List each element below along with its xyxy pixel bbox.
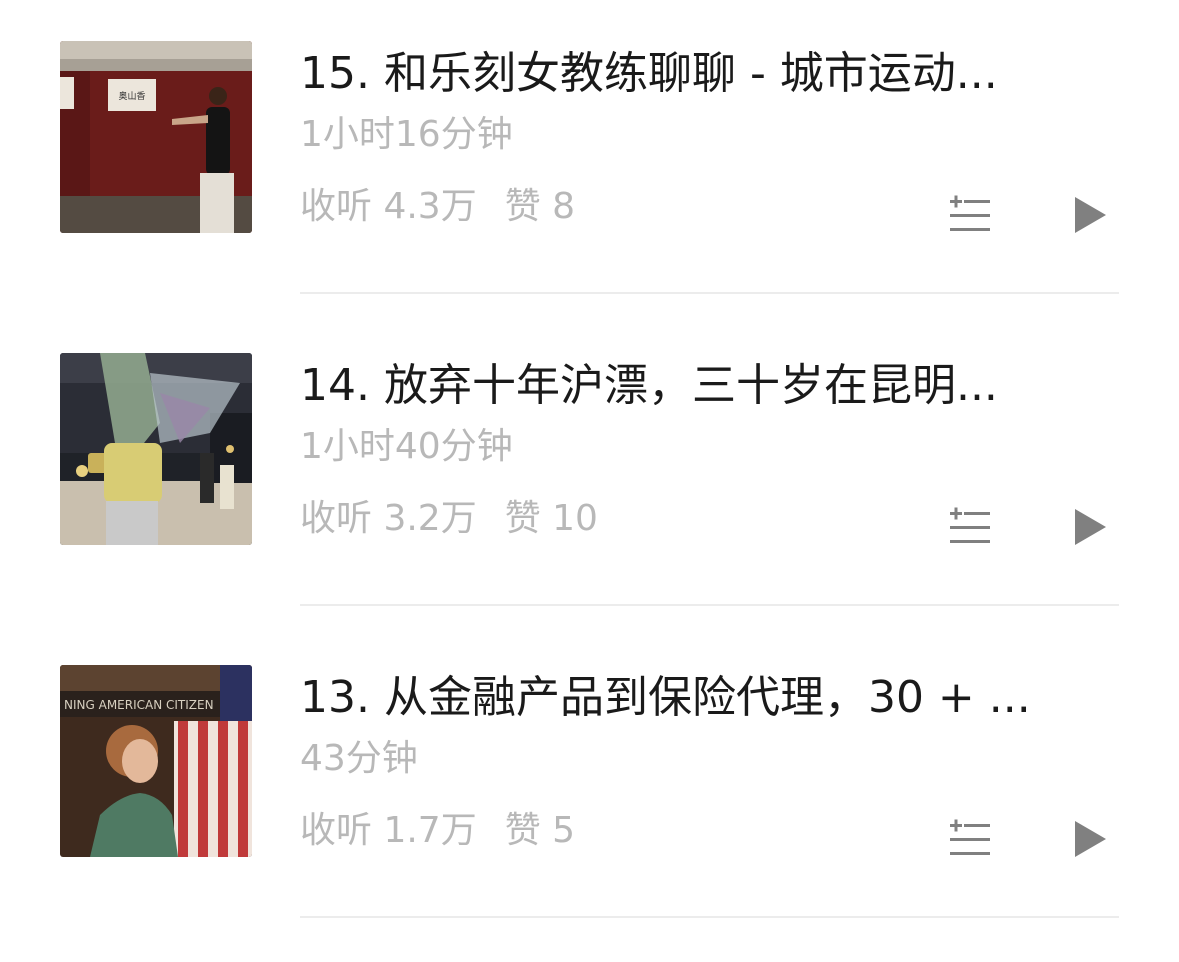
episode-stats: 收听 3.2万赞 10 xyxy=(300,496,598,542)
divider xyxy=(300,292,1119,294)
play-icon xyxy=(1075,509,1106,545)
episode-thumbnail[interactable]: NING AMERICAN CITIZEN xyxy=(60,665,252,857)
add-to-playlist-button[interactable] xyxy=(944,192,996,238)
play-button[interactable] xyxy=(1066,816,1112,862)
play-icon xyxy=(1075,197,1106,233)
add-to-playlist-button[interactable] xyxy=(944,504,996,550)
episode-item[interactable]: 奥山香 15. 和乐刻女教练聊聊 - 城市运动... 1小时16分钟 收听 4.… xyxy=(0,0,1179,312)
episode-thumbnail[interactable] xyxy=(60,353,252,545)
divider xyxy=(300,604,1119,606)
add-to-playlist-icon xyxy=(950,819,990,855)
play-count: 收听 4.3万 xyxy=(300,186,477,227)
add-to-playlist-button[interactable] xyxy=(944,816,996,862)
add-to-playlist-icon xyxy=(950,507,990,543)
episode-title[interactable]: 14. 放弃十年沪漂，三十岁在昆明... xyxy=(300,358,1100,414)
episode-title[interactable]: 13. 从金融产品到保险代理，30 + ... xyxy=(300,670,1100,726)
play-count: 收听 3.2万 xyxy=(300,498,477,539)
episode-item[interactable]: 14. 放弃十年沪漂，三十岁在昆明... 1小时40分钟 收听 3.2万赞 10 xyxy=(0,312,1179,624)
episode-item[interactable]: NING AMERICAN CITIZEN 13. 从金融产品到保险代理，30 … xyxy=(0,624,1179,936)
woman-with-flag-image: NING AMERICAN CITIZEN xyxy=(60,665,252,857)
episode-duration: 1小时16分钟 xyxy=(300,114,513,155)
divider xyxy=(300,916,1119,918)
play-button[interactable] xyxy=(1066,504,1112,550)
woman-holding-flowers-image xyxy=(60,353,252,545)
woman-at-red-wall-image: 奥山香 xyxy=(60,41,252,233)
wall-sign-text: 奥山香 xyxy=(118,90,145,102)
episode-title[interactable]: 15. 和乐刻女教练聊聊 - 城市运动... xyxy=(300,46,1100,102)
like-count: 赞 8 xyxy=(504,186,576,227)
episode-duration: 43分钟 xyxy=(300,738,418,779)
play-button[interactable] xyxy=(1066,192,1112,238)
play-icon xyxy=(1075,821,1106,857)
episode-duration: 1小时40分钟 xyxy=(300,426,513,467)
add-to-playlist-icon xyxy=(950,195,990,231)
episode-thumbnail[interactable]: 奥山香 xyxy=(60,41,252,233)
banner-text: NING AMERICAN CITIZEN xyxy=(64,698,214,712)
episode-stats: 收听 1.7万赞 5 xyxy=(300,808,575,854)
like-count: 赞 10 xyxy=(504,498,598,539)
like-count: 赞 5 xyxy=(504,810,576,851)
play-count: 收听 1.7万 xyxy=(300,810,477,851)
episode-stats: 收听 4.3万赞 8 xyxy=(300,184,575,230)
